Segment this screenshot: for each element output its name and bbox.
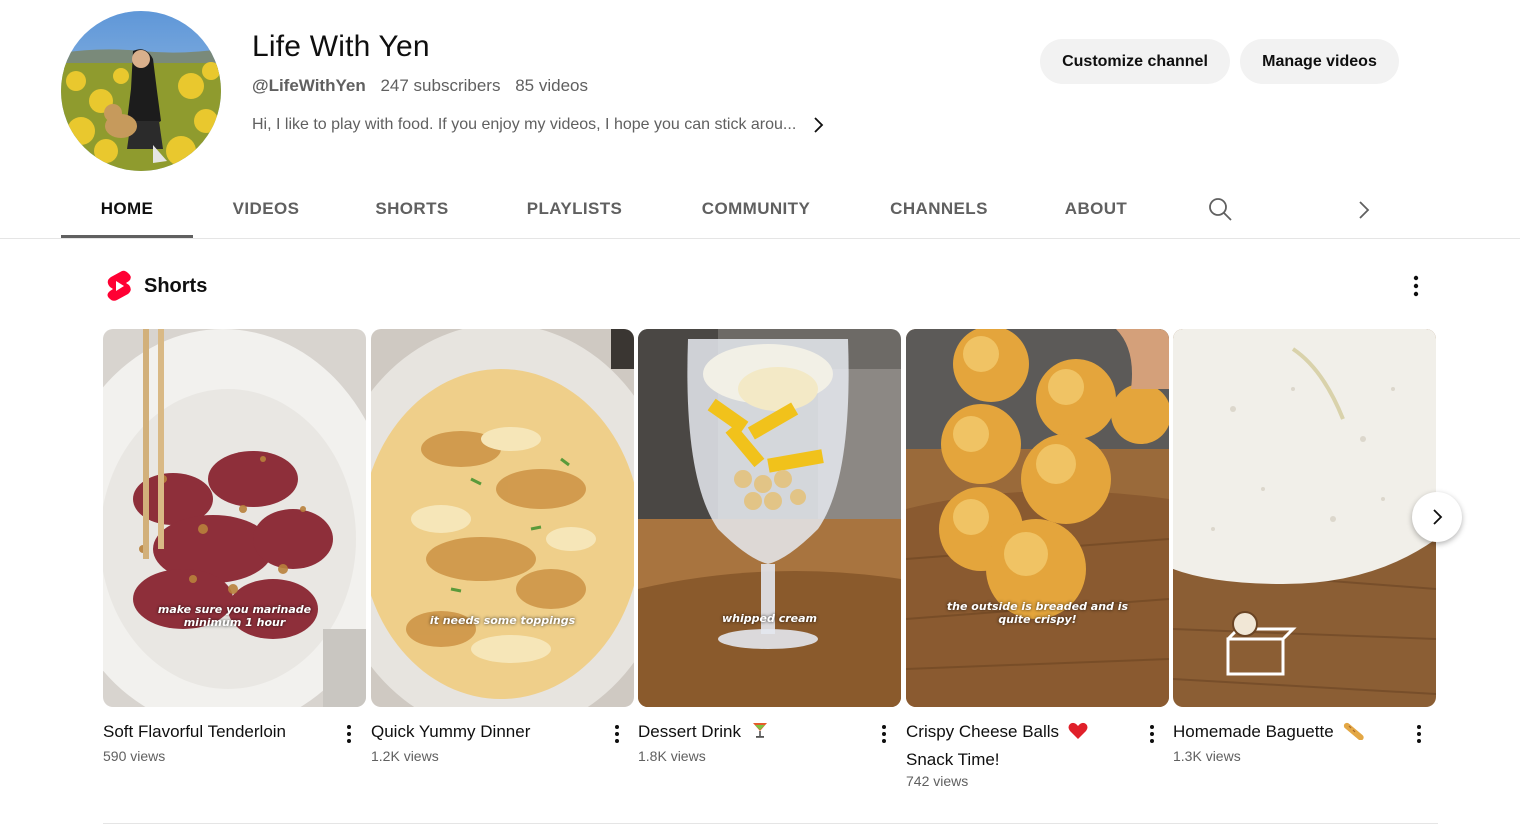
short-caption-line: whipped cream xyxy=(722,612,817,625)
short-caption-line: quite crispy! xyxy=(998,613,1077,626)
short-caption-line: make sure you marinade xyxy=(157,603,312,616)
short-card[interactable]: the outside is breaded and is quite cris… xyxy=(906,329,1169,789)
cocktail-emoji-icon xyxy=(750,720,770,747)
short-caption: it needs some toppings xyxy=(371,614,634,627)
short-card[interactable]: make sure you marinade minimum 1 hour So… xyxy=(103,329,366,764)
search-icon[interactable] xyxy=(1204,193,1236,225)
shorts-section-header: Shorts xyxy=(103,268,207,304)
video-count: 85 videos xyxy=(515,76,588,95)
channel-avatar[interactable] xyxy=(61,11,221,171)
section-divider xyxy=(103,823,1438,824)
channel-description-text: Hi, I like to play with food. If you enj… xyxy=(252,116,797,133)
more-vert-icon[interactable] xyxy=(1138,721,1166,749)
carousel-next-button[interactable] xyxy=(1412,492,1462,542)
manage-videos-button[interactable]: Manage videos xyxy=(1240,39,1399,84)
tab-videos[interactable]: VIDEOS xyxy=(216,180,316,238)
short-title-text: Homemade Baguette xyxy=(1173,722,1334,741)
chevron-right-icon[interactable] xyxy=(808,115,828,135)
channel-meta: @LifeWithYen 247 subscribers 85 videos xyxy=(252,76,588,96)
more-vert-icon[interactable] xyxy=(335,721,363,749)
tabs-divider xyxy=(0,238,1520,239)
short-title[interactable]: Soft Flavorful Tenderloin xyxy=(103,719,328,744)
more-vert-icon[interactable] xyxy=(1400,270,1432,302)
short-views: 742 views xyxy=(906,773,969,789)
chevron-right-icon xyxy=(1433,509,1443,525)
short-title[interactable]: Crispy Cheese Balls Snack Time! xyxy=(906,719,1131,772)
tab-home[interactable]: HOME xyxy=(61,180,193,238)
shorts-logo-icon xyxy=(103,268,135,304)
more-vert-icon[interactable] xyxy=(603,721,631,749)
short-title[interactable]: Quick Yummy Dinner xyxy=(371,719,596,744)
short-card[interactable]: Homemade Baguette 1.3K views xyxy=(1173,329,1436,764)
heart-emoji-icon xyxy=(1068,722,1088,747)
subscriber-count: 247 subscribers xyxy=(380,76,501,95)
tab-about[interactable]: ABOUT xyxy=(1050,180,1142,238)
short-caption: whipped cream xyxy=(638,612,901,625)
more-vert-icon[interactable] xyxy=(870,721,898,749)
channel-name: Life With Yen xyxy=(252,30,430,63)
short-thumbnail[interactable] xyxy=(1173,329,1436,707)
tab-shorts[interactable]: SHORTS xyxy=(359,180,465,238)
short-caption: the outside is breaded and is quite cris… xyxy=(906,600,1169,626)
tab-community[interactable]: COMMUNITY xyxy=(685,180,827,238)
short-caption-line: it needs some toppings xyxy=(429,614,576,627)
short-title[interactable]: Dessert Drink xyxy=(638,719,863,747)
short-title[interactable]: Homemade Baguette xyxy=(1173,719,1398,747)
short-card[interactable]: it needs some toppings Quick Yummy Dinne… xyxy=(371,329,634,764)
short-caption-line: the outside is breaded and is xyxy=(946,600,1129,613)
customize-channel-button[interactable]: Customize channel xyxy=(1040,39,1230,84)
short-title-line2: Snack Time! xyxy=(906,750,1000,769)
short-caption-line: minimum 1 hour xyxy=(183,616,286,629)
tabs-chevron-right-icon[interactable] xyxy=(1350,196,1378,224)
channel-description[interactable]: Hi, I like to play with food. If you enj… xyxy=(252,115,828,135)
baguette-emoji-icon xyxy=(1342,720,1365,747)
short-thumbnail[interactable]: it needs some toppings xyxy=(371,329,634,707)
shorts-section-title: Shorts xyxy=(144,274,208,297)
short-thumbnail[interactable]: the outside is breaded and is quite cris… xyxy=(906,329,1169,707)
short-caption: make sure you marinade minimum 1 hour xyxy=(103,603,366,629)
short-views: 1.8K views xyxy=(638,748,706,764)
channel-tabs: HOME VIDEOS SHORTS PLAYLISTS COMMUNITY C… xyxy=(61,180,1401,238)
channel-handle: @LifeWithYen xyxy=(252,76,366,95)
short-card[interactable]: whipped cream Dessert Drink 1.8K views xyxy=(638,329,901,764)
short-views: 1.3K views xyxy=(1173,748,1241,764)
short-views: 590 views xyxy=(103,748,166,764)
tab-channels[interactable]: CHANNELS xyxy=(874,180,1004,238)
short-title-text: Dessert Drink xyxy=(638,722,741,741)
short-thumbnail[interactable]: whipped cream xyxy=(638,329,901,707)
short-title-text: Crispy Cheese Balls xyxy=(906,722,1060,741)
more-vert-icon[interactable] xyxy=(1405,721,1433,749)
tab-playlists[interactable]: PLAYLISTS xyxy=(511,180,638,238)
short-views: 1.2K views xyxy=(371,748,439,764)
short-thumbnail[interactable]: make sure you marinade minimum 1 hour xyxy=(103,329,366,707)
